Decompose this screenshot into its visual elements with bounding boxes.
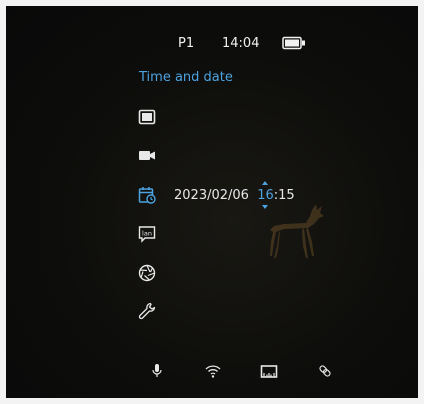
status-bar: P1 14:04 (6, 30, 418, 54)
aperture-icon[interactable] (138, 264, 156, 282)
hour-field[interactable]: 16 (257, 181, 274, 209)
increase-arrow[interactable] (262, 181, 269, 185)
video-camera-icon[interactable] (138, 146, 156, 164)
wifi-icon[interactable] (204, 362, 222, 380)
date-time-value[interactable]: 2023/02/06 16:15 (174, 181, 295, 209)
link-icon[interactable] (316, 362, 334, 380)
wrench-icon[interactable] (138, 302, 156, 320)
ruler-icon[interactable] (260, 362, 278, 380)
language-icon[interactable]: lan (138, 225, 156, 243)
display-icon[interactable] (138, 108, 156, 126)
microphone-icon[interactable] (148, 362, 166, 380)
deer-silhouette (270, 204, 324, 258)
calendar-clock-icon[interactable] (138, 186, 156, 204)
clock: 14:04 (222, 36, 260, 51)
menu-title: Time and date (139, 70, 233, 85)
decrease-arrow[interactable] (262, 205, 269, 209)
viewfinder-screen: P1 14:04 Time and date 2023/02/06 16:15 … (6, 6, 418, 398)
minute-field[interactable]: 15 (278, 188, 295, 203)
svg-text:lan: lan (142, 230, 152, 238)
date-value[interactable]: 2023/02/06 (174, 188, 249, 203)
profile-indicator: P1 (178, 36, 195, 51)
battery-icon (282, 36, 305, 50)
